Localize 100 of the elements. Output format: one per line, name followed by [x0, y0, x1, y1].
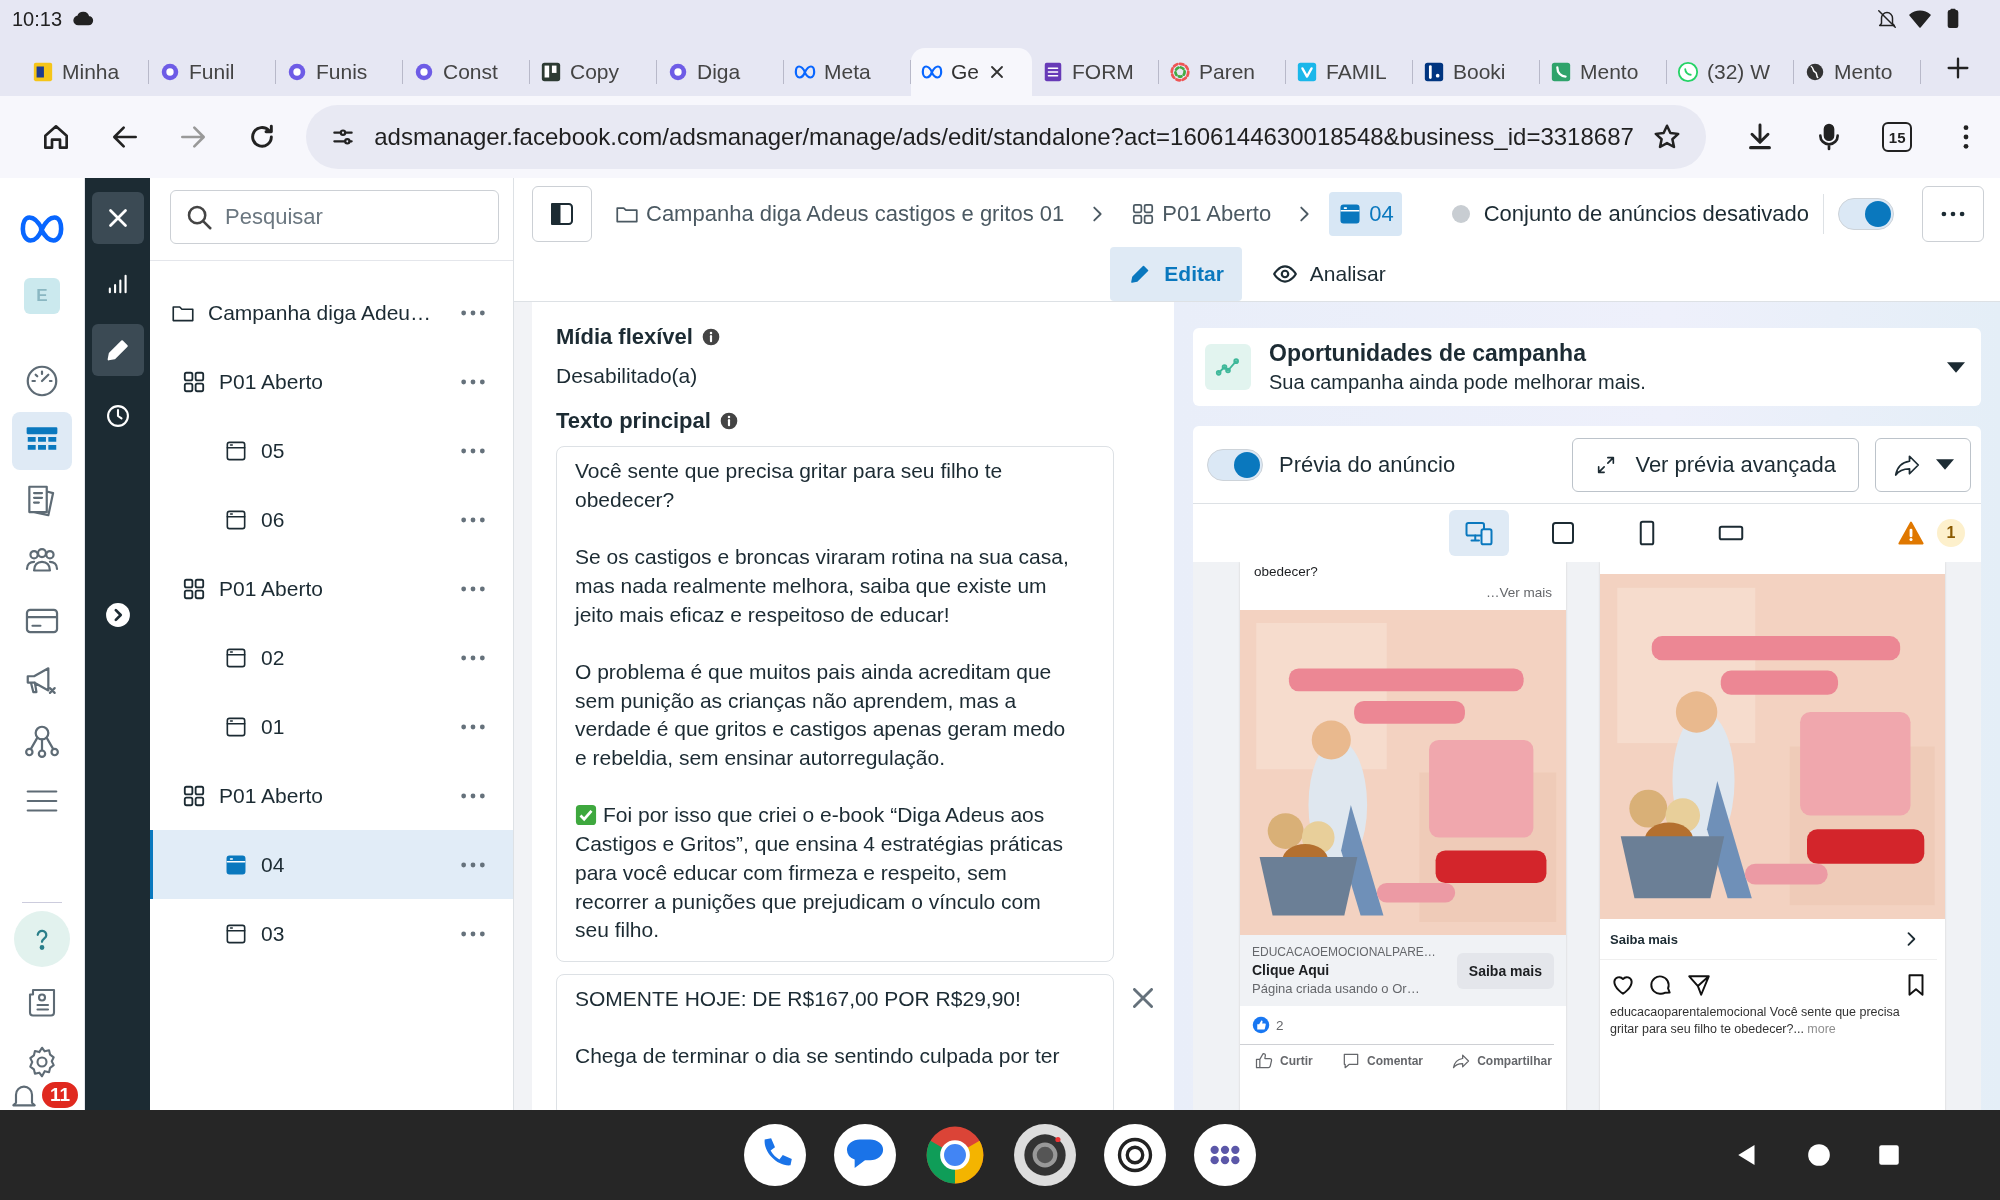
text-paragraph: Se os castigos e broncas viraram rotina na sua casa, mas nada realmente melhora, saiba que existe um jeito mais eficaz e respeitoso de educar!	[575, 544, 1070, 628]
card-subtitle: Sua campanha ainda pode melhorar mais.	[1269, 371, 1646, 394]
warning-icon	[1897, 519, 1925, 547]
caret-down-icon[interactable]	[1947, 361, 1965, 373]
close-button[interactable]	[91, 192, 144, 244]
camera-icon[interactable]	[1014, 1124, 1076, 1186]
field-label: Texto principal	[556, 408, 711, 434]
favicon-icon	[667, 61, 689, 83]
see-more-link[interactable]: …Ver mais	[1485, 585, 1552, 600]
text-area[interactable]	[556, 446, 1114, 962]
text-paragraph: SOMENTE HOJE: DE R$167,00 POR R$29,90!	[575, 985, 1022, 1012]
favicon-icon	[159, 61, 181, 83]
home-icon[interactable]	[1806, 1142, 1832, 1168]
tab-count-button[interactable]: 15	[1882, 122, 1913, 152]
favicon-icon	[286, 61, 308, 83]
field-value: Desabilitado(a)	[556, 364, 699, 388]
favicon-icon	[1804, 61, 1826, 83]
browser-tab[interactable]: Funis	[276, 48, 403, 96]
clock-time: 10:13	[12, 7, 63, 31]
browser-tab[interactable]: Booki	[1413, 48, 1540, 96]
expand-chevron-icon[interactable]	[104, 602, 131, 628]
toggle-switch[interactable]	[1838, 198, 1894, 230]
breadcrumb-link[interactable]: Campanha diga Adeus castigos e gritos 01	[606, 192, 1073, 236]
browser-tab[interactable]: Paren	[1159, 48, 1286, 96]
favicon-icon	[1296, 61, 1318, 83]
browser-tab[interactable]: Funil	[149, 48, 276, 96]
comment-icon[interactable]	[1648, 972, 1674, 998]
breadcrumb-link[interactable]: 04	[1329, 192, 1402, 236]
favicon-icon	[1423, 61, 1445, 83]
favicon-icon	[1677, 61, 1699, 83]
link-domain: EDUCACAOEMOCIONALPARE…	[1252, 945, 1437, 959]
text-paragraph: Foi por isso que criei o e-book “Diga Adeus aos Castigos e Gritos”, que ensina 4 estratégias práticas para você educar com firmeza e respeito, sem recorrer a punições que prejudicam o vínculo com seu filho.	[575, 802, 1064, 944]
favicon-icon	[1169, 61, 1191, 83]
tree-item[interactable]: 05	[150, 416, 513, 485]
post-action-button[interactable]: Comentar	[1340, 1051, 1423, 1071]
browser-tab[interactable]: (32) W	[1667, 48, 1794, 96]
tree-item[interactable]: P01 Aberto	[150, 554, 513, 623]
apps-grid-icon[interactable]	[1194, 1124, 1256, 1186]
tree-item[interactable]: 06	[150, 485, 513, 554]
tree-item[interactable]: P01 Aberto	[150, 347, 513, 416]
advanced-preview-button[interactable]: Ver prévia avançada	[1572, 437, 1859, 492]
browser-tab[interactable]: Meta	[784, 48, 911, 96]
favicon-icon	[540, 61, 562, 83]
mode-tab[interactable]: Analisar	[1253, 246, 1404, 301]
send-icon[interactable]	[1686, 972, 1712, 998]
reaction-count: 2	[1276, 1017, 1284, 1033]
notification-badge: 11	[40, 1080, 80, 1110]
help-button[interactable]	[14, 911, 70, 967]
like-reaction-icon	[1252, 1016, 1270, 1034]
browser-tab[interactable]: Diga	[657, 48, 784, 96]
status-dot	[1451, 205, 1470, 223]
toggle-label: Prévia do anúncio	[1279, 451, 1456, 478]
field-label: Mídia flexível	[556, 324, 693, 350]
search-field[interactable]: Pesquisar	[170, 190, 499, 244]
post-action-button[interactable]: Compartilhar	[1451, 1051, 1552, 1071]
share-menu-button[interactable]	[1875, 437, 1971, 492]
tree-item[interactable]: 04	[150, 830, 513, 899]
panel-toggle-button[interactable]	[532, 186, 592, 242]
edit-tool-button[interactable]	[91, 324, 144, 376]
toggle-switch[interactable]	[1207, 448, 1263, 481]
tree-item[interactable]: 03	[150, 899, 513, 968]
tree-item[interactable]: 01	[150, 692, 513, 761]
favicon-icon	[1042, 61, 1064, 83]
breadcrumb-link[interactable]: P01 Aberto	[1122, 192, 1280, 236]
message-icon[interactable]	[834, 1124, 896, 1186]
remove-icon[interactable]	[1133, 987, 1153, 1008]
browser-tab[interactable]: FAMIL	[1286, 48, 1413, 96]
opportunities-card[interactable]: Oportunidades de campanha Sua campanha ainda pode melhorar mais.	[1193, 328, 1981, 406]
post-action-button[interactable]: Curtir	[1254, 1051, 1313, 1071]
bell-icon[interactable]	[12, 1084, 36, 1108]
cta-link[interactable]: Saiba mais	[1610, 931, 1678, 947]
browser-tab[interactable]: Minha	[22, 48, 149, 96]
bell-off-icon	[1876, 8, 1898, 30]
text-paragraph: Você sente que precisa gritar para seu filho te obedecer?	[575, 458, 1004, 513]
warning-count: 1	[1937, 519, 1965, 547]
browser-tab[interactable]: Const	[403, 48, 530, 96]
tree-item[interactable]: P01 Aberto	[150, 761, 513, 830]
text-paragraph: O problema é que muitos pais ainda acreditam que sem punição as crianças não aprendem, mas a verdade é que gritos e castigos apenas geram medo e rebeldia, sem ensinar autorregulação.	[575, 658, 1067, 771]
cta-button[interactable]: Saiba mais	[1456, 952, 1554, 989]
browser-tab[interactable]: FORM	[1032, 48, 1159, 96]
browser-tab[interactable]: Mento	[1794, 48, 1921, 96]
browser-icon[interactable]	[924, 1124, 986, 1186]
browser-tab[interactable]: Mento	[1540, 48, 1667, 96]
table-nav-item[interactable]	[12, 412, 72, 470]
link-headline: Clique Aqui	[1252, 962, 1331, 978]
app-icon[interactable]	[1104, 1124, 1166, 1186]
status-text: Conjunto de anúncios desativado	[1483, 201, 1809, 227]
tree-item[interactable]: 02	[150, 623, 513, 692]
address-bar[interactable]: adsmanager.facebook.com/adsmanager/manage/ads/edit/standalone?act=1606144630018548&business_id=3318687	[306, 105, 1706, 169]
browser-tab[interactable]: Ge	[911, 48, 1032, 96]
post-caption: educacaoparentalemocional Você sente que precisa gritar para seu filho te obedecer?... more	[1609, 1004, 1901, 1038]
mode-tab[interactable]: Editar	[1110, 246, 1242, 301]
info-icon	[718, 411, 739, 431]
browser-tab[interactable]: Copy	[530, 48, 657, 96]
card-title: Oportunidades de campanha	[1269, 340, 1588, 367]
thumbs-up-icon	[1254, 1051, 1275, 1071]
phone-icon[interactable]	[744, 1124, 806, 1186]
caret-down-icon	[1936, 459, 1954, 470]
recents-icon[interactable]	[1876, 1142, 1902, 1168]
tree-item[interactable]: Campanha diga Adeu…	[150, 278, 513, 347]
